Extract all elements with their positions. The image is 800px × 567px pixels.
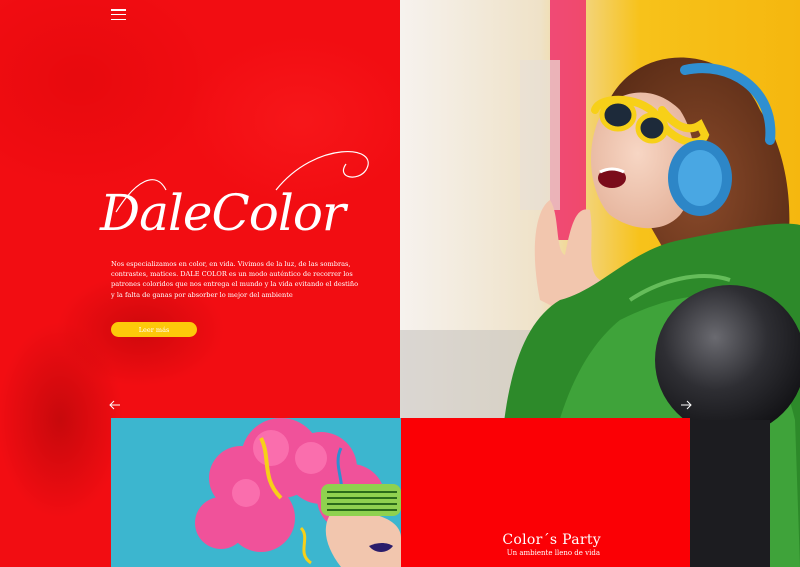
- card-subtitle: Un ambiente lleno de vida: [506, 549, 600, 557]
- arrow-right-icon[interactable]: [680, 400, 692, 410]
- arrow-left-icon[interactable]: [109, 400, 121, 410]
- party-photo-card[interactable]: [111, 418, 401, 567]
- hamburger-icon[interactable]: [111, 9, 126, 20]
- logo-text: DaleColor: [99, 184, 349, 242]
- card-title: Color´s Party: [502, 532, 601, 548]
- pink-wig-image: [111, 418, 401, 567]
- party-info-card[interactable]: Color´s Party Un ambiente lleno de vida: [401, 418, 690, 567]
- hero-description: Nos especializamos en color, en vida. Vi…: [111, 260, 359, 299]
- read-more-button[interactable]: Leer más: [111, 322, 197, 337]
- dalecolor-logo: DaleColor: [99, 151, 369, 242]
